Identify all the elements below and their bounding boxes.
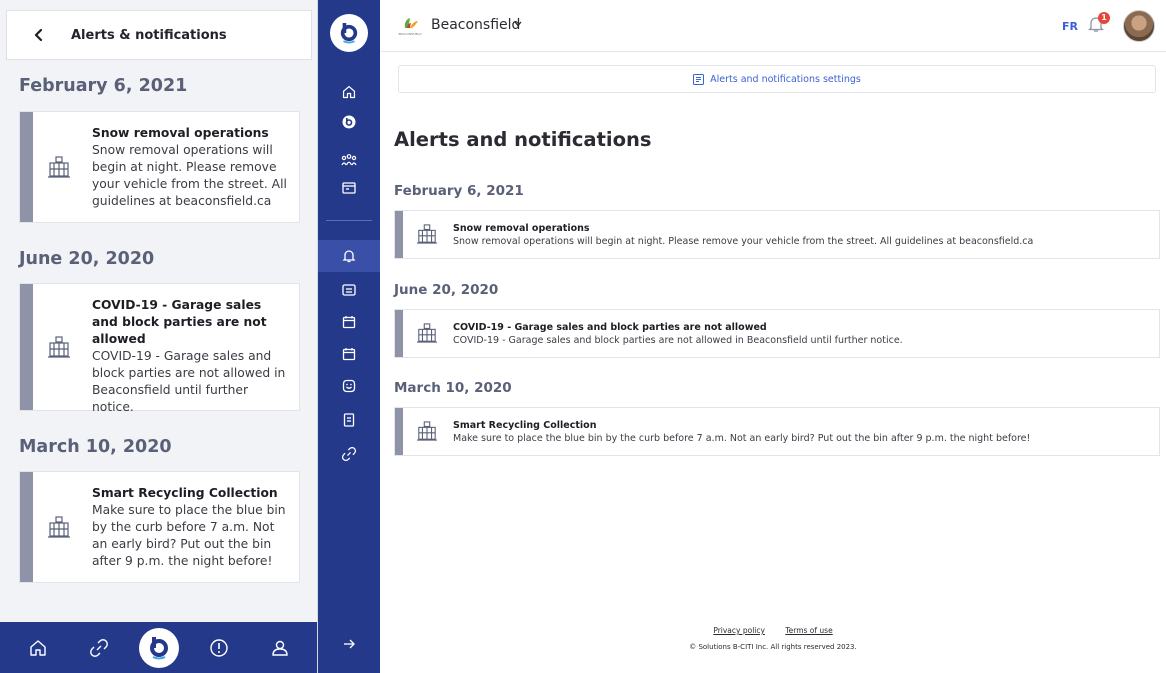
nav-profile-button[interactable] (260, 628, 300, 668)
alert-title: Smart Recycling Collection (453, 420, 597, 431)
date-heading: February 6, 2021 (394, 183, 524, 199)
settings-label: Alerts and notifications settings (710, 73, 861, 85)
card-accent-bar (395, 408, 403, 455)
city-logo: BEACONSFIELD (398, 18, 422, 36)
alert-icon (210, 638, 229, 657)
sidebar-item-documents[interactable] (318, 404, 380, 436)
language-toggle[interactable]: FR (1062, 20, 1078, 33)
alert-body: COVID-19 - Garage sales and block partie… (453, 335, 903, 346)
alert-title: COVID-19 - Garage sales and block partie… (453, 322, 767, 333)
mobile-bottom-nav (0, 622, 317, 673)
privacy-policy-link[interactable]: Privacy policy (713, 626, 765, 635)
user-icon (272, 640, 288, 656)
terms-of-use-link[interactable]: Terms of use (785, 626, 832, 635)
alert-card[interactable]: Snow removal operations Snow removal oper… (19, 111, 300, 223)
date-heading: June 20, 2020 (19, 249, 155, 269)
nav-bciti-button[interactable] (138, 627, 179, 668)
avatar[interactable] (1123, 10, 1155, 42)
date-heading: February 6, 2021 (19, 76, 188, 96)
mobile-panel: Alerts & notifications February 6, 2021 … (0, 0, 318, 673)
sidebar-item-news[interactable] (318, 274, 380, 306)
city-hall-icon (417, 421, 437, 441)
date-heading: March 10, 2020 (394, 380, 512, 396)
chevron-left-icon (34, 28, 43, 42)
city-hall-icon (417, 224, 437, 244)
city-hall-icon (48, 516, 70, 538)
alert-title: COVID-19 - Garage sales and block partie… (92, 298, 267, 346)
news-icon (342, 284, 356, 296)
city-name: Beaconsfield (431, 17, 521, 33)
notification-badge: 1 (1098, 12, 1110, 24)
bell-icon (342, 250, 356, 263)
sidebar-item-feedback[interactable] (318, 370, 380, 402)
svg-text:BEACONSFIELD: BEACONSFIELD (398, 32, 422, 36)
alert-title: Snow removal operations (92, 126, 269, 140)
alert-body: Snow removal operations will begin at ni… (453, 236, 1034, 247)
alert-body: Make sure to place the blue bin by the c… (92, 503, 286, 568)
calendar-icon (342, 316, 356, 329)
sidebar (318, 0, 380, 673)
calendar-icon (342, 348, 356, 361)
sidebar-item-home[interactable] (318, 76, 380, 108)
alert-card[interactable]: COVID-19 - Garage sales and block partie… (19, 283, 300, 414)
card-icon (342, 182, 356, 194)
nav-links-button[interactable] (79, 628, 119, 668)
document-icon (343, 413, 355, 427)
card-accent-bar (20, 284, 33, 410)
people-icon (341, 154, 357, 166)
alert-body: COVID-19 - Garage sales and block partie… (92, 349, 286, 414)
sidebar-expand-button[interactable] (318, 628, 380, 660)
footer-links: Privacy policy Terms of use (380, 626, 1166, 635)
card-accent-bar (395, 211, 403, 258)
sidebar-item-bciti[interactable] (318, 106, 380, 138)
alert-title: Snow removal operations (453, 223, 590, 234)
bciti-logo[interactable] (330, 14, 368, 52)
city-hall-icon (48, 156, 70, 178)
smiley-icon (342, 379, 356, 393)
nav-alerts-button[interactable] (199, 628, 239, 668)
mobile-page-title: Alerts & notifications (71, 27, 227, 43)
alert-body: Snow removal operations will begin at ni… (92, 143, 287, 208)
arrow-right-icon (344, 639, 355, 649)
link-icon (342, 447, 356, 461)
alert-card[interactable]: Snow removal operations Snow removal ope… (394, 210, 1160, 259)
nav-home-button[interactable] (18, 628, 58, 668)
sidebar-item-links[interactable] (318, 438, 380, 470)
home-icon (342, 85, 356, 99)
sidebar-item-events[interactable] (318, 338, 380, 370)
sidebar-item-calendar[interactable] (318, 306, 380, 338)
bciti-logo (138, 627, 179, 668)
bciti-icon (342, 115, 356, 129)
date-heading: June 20, 2020 (394, 282, 499, 298)
date-heading: March 10, 2020 (19, 437, 172, 457)
card-accent-bar (20, 112, 33, 222)
card-accent-bar (20, 472, 33, 582)
sidebar-item-services[interactable] (318, 172, 380, 204)
alert-card[interactable]: COVID-19 - Garage sales and block partie… (394, 309, 1160, 358)
card-accent-bar (395, 310, 403, 357)
alert-card[interactable]: Smart Recycling Collection Make sure to p… (19, 471, 300, 583)
alerts-settings-button[interactable]: Alerts and notifications settings (398, 65, 1156, 93)
alert-body: Make sure to place the blue bin by the c… (453, 433, 1031, 444)
sidebar-divider (326, 220, 372, 221)
home-icon (30, 639, 46, 656)
back-button[interactable] (7, 10, 71, 60)
page-title: Alerts and notifications (394, 128, 652, 151)
top-bar: BEACONSFIELD Beaconsfield FR 1 (380, 0, 1166, 52)
alert-card[interactable]: Smart Recycling Collection Make sure to … (394, 407, 1160, 456)
settings-list-icon (693, 73, 705, 85)
sidebar-item-alerts[interactable] (318, 240, 380, 272)
chevron-down-icon (514, 21, 522, 27)
city-hall-icon (417, 323, 437, 343)
city-hall-icon (48, 336, 70, 358)
mobile-header: Alerts & notifications (6, 10, 312, 60)
copyright-text: © Solutions B-CITI Inc. All rights reser… (689, 643, 857, 651)
link-icon (89, 638, 108, 657)
alert-title: Smart Recycling Collection (92, 486, 278, 500)
